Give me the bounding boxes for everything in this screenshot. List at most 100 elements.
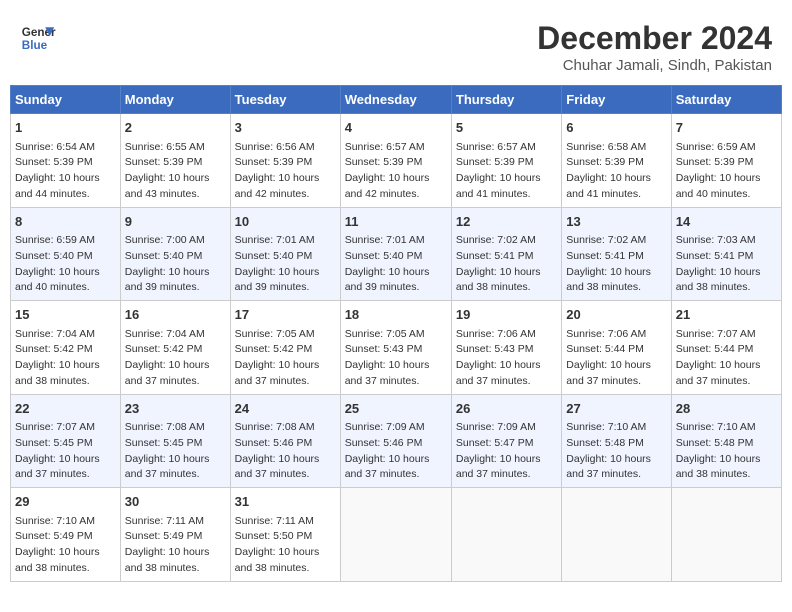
day-number: 20	[566, 305, 666, 325]
sunset-label: Sunset: 5:48 PM	[676, 437, 754, 449]
daylight-label: Daylight: 10 hours and 37 minutes.	[345, 453, 430, 481]
day-number: 22	[15, 399, 116, 419]
table-row: 31 Sunrise: 7:11 AM Sunset: 5:50 PM Dayl…	[230, 488, 340, 582]
sunset-label: Sunset: 5:41 PM	[676, 250, 754, 262]
calendar-week-row: 29 Sunrise: 7:10 AM Sunset: 5:49 PM Dayl…	[11, 488, 782, 582]
sunrise-label: Sunrise: 6:57 AM	[345, 141, 425, 153]
header-monday: Monday	[120, 86, 230, 114]
sunrise-label: Sunrise: 7:06 AM	[566, 328, 646, 340]
sunset-label: Sunset: 5:39 PM	[345, 156, 423, 168]
sunrise-label: Sunrise: 6:58 AM	[566, 141, 646, 153]
daylight-label: Daylight: 10 hours and 37 minutes.	[15, 453, 100, 481]
day-number: 4	[345, 118, 447, 138]
sunset-label: Sunset: 5:46 PM	[235, 437, 313, 449]
sunrise-label: Sunrise: 7:01 AM	[235, 234, 315, 246]
sunrise-label: Sunrise: 7:05 AM	[345, 328, 425, 340]
daylight-label: Daylight: 10 hours and 41 minutes.	[456, 172, 541, 200]
sunrise-label: Sunrise: 7:10 AM	[566, 421, 646, 433]
calendar-table: Sunday Monday Tuesday Wednesday Thursday…	[10, 85, 782, 582]
sunrise-label: Sunrise: 6:56 AM	[235, 141, 315, 153]
sunset-label: Sunset: 5:39 PM	[456, 156, 534, 168]
daylight-label: Daylight: 10 hours and 44 minutes.	[15, 172, 100, 200]
sunrise-label: Sunrise: 7:08 AM	[125, 421, 205, 433]
day-number: 31	[235, 492, 336, 512]
table-row: 20 Sunrise: 7:06 AM Sunset: 5:44 PM Dayl…	[562, 301, 671, 395]
sunrise-label: Sunrise: 7:11 AM	[125, 515, 204, 527]
table-row	[562, 488, 671, 582]
calendar-week-row: 15 Sunrise: 7:04 AM Sunset: 5:42 PM Dayl…	[11, 301, 782, 395]
daylight-label: Daylight: 10 hours and 37 minutes.	[676, 359, 761, 387]
table-row	[451, 488, 561, 582]
day-number: 16	[125, 305, 226, 325]
day-number: 12	[456, 212, 557, 232]
sunrise-label: Sunrise: 7:08 AM	[235, 421, 315, 433]
table-row: 14 Sunrise: 7:03 AM Sunset: 5:41 PM Dayl…	[671, 207, 781, 301]
sunrise-label: Sunrise: 6:57 AM	[456, 141, 536, 153]
daylight-label: Daylight: 10 hours and 40 minutes.	[676, 172, 761, 200]
table-row: 19 Sunrise: 7:06 AM Sunset: 5:43 PM Dayl…	[451, 301, 561, 395]
day-number: 29	[15, 492, 116, 512]
sunrise-label: Sunrise: 7:09 AM	[345, 421, 425, 433]
header-wednesday: Wednesday	[340, 86, 451, 114]
month-year-title: December 2024	[537, 20, 772, 57]
sunrise-label: Sunrise: 6:59 AM	[676, 141, 756, 153]
day-number: 24	[235, 399, 336, 419]
table-row: 24 Sunrise: 7:08 AM Sunset: 5:46 PM Dayl…	[230, 394, 340, 488]
daylight-label: Daylight: 10 hours and 37 minutes.	[566, 359, 651, 387]
day-number: 9	[125, 212, 226, 232]
day-number: 30	[125, 492, 226, 512]
day-number: 6	[566, 118, 666, 138]
day-number: 8	[15, 212, 116, 232]
table-row: 26 Sunrise: 7:09 AM Sunset: 5:47 PM Dayl…	[451, 394, 561, 488]
calendar-header-row: Sunday Monday Tuesday Wednesday Thursday…	[11, 86, 782, 114]
sunset-label: Sunset: 5:45 PM	[15, 437, 93, 449]
sunrise-label: Sunrise: 7:04 AM	[125, 328, 205, 340]
sunrise-label: Sunrise: 7:02 AM	[456, 234, 536, 246]
daylight-label: Daylight: 10 hours and 39 minutes.	[125, 266, 210, 294]
day-number: 18	[345, 305, 447, 325]
sunrise-label: Sunrise: 7:02 AM	[566, 234, 646, 246]
daylight-label: Daylight: 10 hours and 38 minutes.	[456, 266, 541, 294]
day-number: 15	[15, 305, 116, 325]
daylight-label: Daylight: 10 hours and 37 minutes.	[566, 453, 651, 481]
table-row: 15 Sunrise: 7:04 AM Sunset: 5:42 PM Dayl…	[11, 301, 121, 395]
sunrise-label: Sunrise: 7:10 AM	[676, 421, 756, 433]
daylight-label: Daylight: 10 hours and 38 minutes.	[15, 546, 100, 574]
table-row: 4 Sunrise: 6:57 AM Sunset: 5:39 PM Dayli…	[340, 114, 451, 208]
table-row: 29 Sunrise: 7:10 AM Sunset: 5:49 PM Dayl…	[11, 488, 121, 582]
sunset-label: Sunset: 5:43 PM	[456, 343, 534, 355]
day-number: 13	[566, 212, 666, 232]
day-number: 17	[235, 305, 336, 325]
daylight-label: Daylight: 10 hours and 37 minutes.	[345, 359, 430, 387]
day-number: 5	[456, 118, 557, 138]
table-row: 18 Sunrise: 7:05 AM Sunset: 5:43 PM Dayl…	[340, 301, 451, 395]
table-row	[340, 488, 451, 582]
sunset-label: Sunset: 5:39 PM	[676, 156, 754, 168]
page-header: General Blue December 2024 Chuhar Jamali…	[10, 10, 782, 79]
sunset-label: Sunset: 5:41 PM	[456, 250, 534, 262]
day-number: 25	[345, 399, 447, 419]
daylight-label: Daylight: 10 hours and 38 minutes.	[235, 546, 320, 574]
table-row: 9 Sunrise: 7:00 AM Sunset: 5:40 PM Dayli…	[120, 207, 230, 301]
daylight-label: Daylight: 10 hours and 40 minutes.	[15, 266, 100, 294]
sunrise-label: Sunrise: 6:55 AM	[125, 141, 205, 153]
day-number: 28	[676, 399, 777, 419]
daylight-label: Daylight: 10 hours and 38 minutes.	[566, 266, 651, 294]
sunrise-label: Sunrise: 7:01 AM	[345, 234, 425, 246]
sunrise-label: Sunrise: 7:07 AM	[676, 328, 756, 340]
table-row	[671, 488, 781, 582]
title-block: December 2024 Chuhar Jamali, Sindh, Paki…	[537, 20, 772, 74]
daylight-label: Daylight: 10 hours and 37 minutes.	[125, 453, 210, 481]
logo-icon: General Blue	[20, 20, 56, 56]
sunrise-label: Sunrise: 7:03 AM	[676, 234, 756, 246]
day-number: 3	[235, 118, 336, 138]
table-row: 10 Sunrise: 7:01 AM Sunset: 5:40 PM Dayl…	[230, 207, 340, 301]
sunrise-label: Sunrise: 6:59 AM	[15, 234, 95, 246]
table-row: 23 Sunrise: 7:08 AM Sunset: 5:45 PM Dayl…	[120, 394, 230, 488]
table-row: 16 Sunrise: 7:04 AM Sunset: 5:42 PM Dayl…	[120, 301, 230, 395]
day-number: 7	[676, 118, 777, 138]
daylight-label: Daylight: 10 hours and 39 minutes.	[235, 266, 320, 294]
sunrise-label: Sunrise: 7:06 AM	[456, 328, 536, 340]
sunset-label: Sunset: 5:42 PM	[235, 343, 313, 355]
day-number: 21	[676, 305, 777, 325]
